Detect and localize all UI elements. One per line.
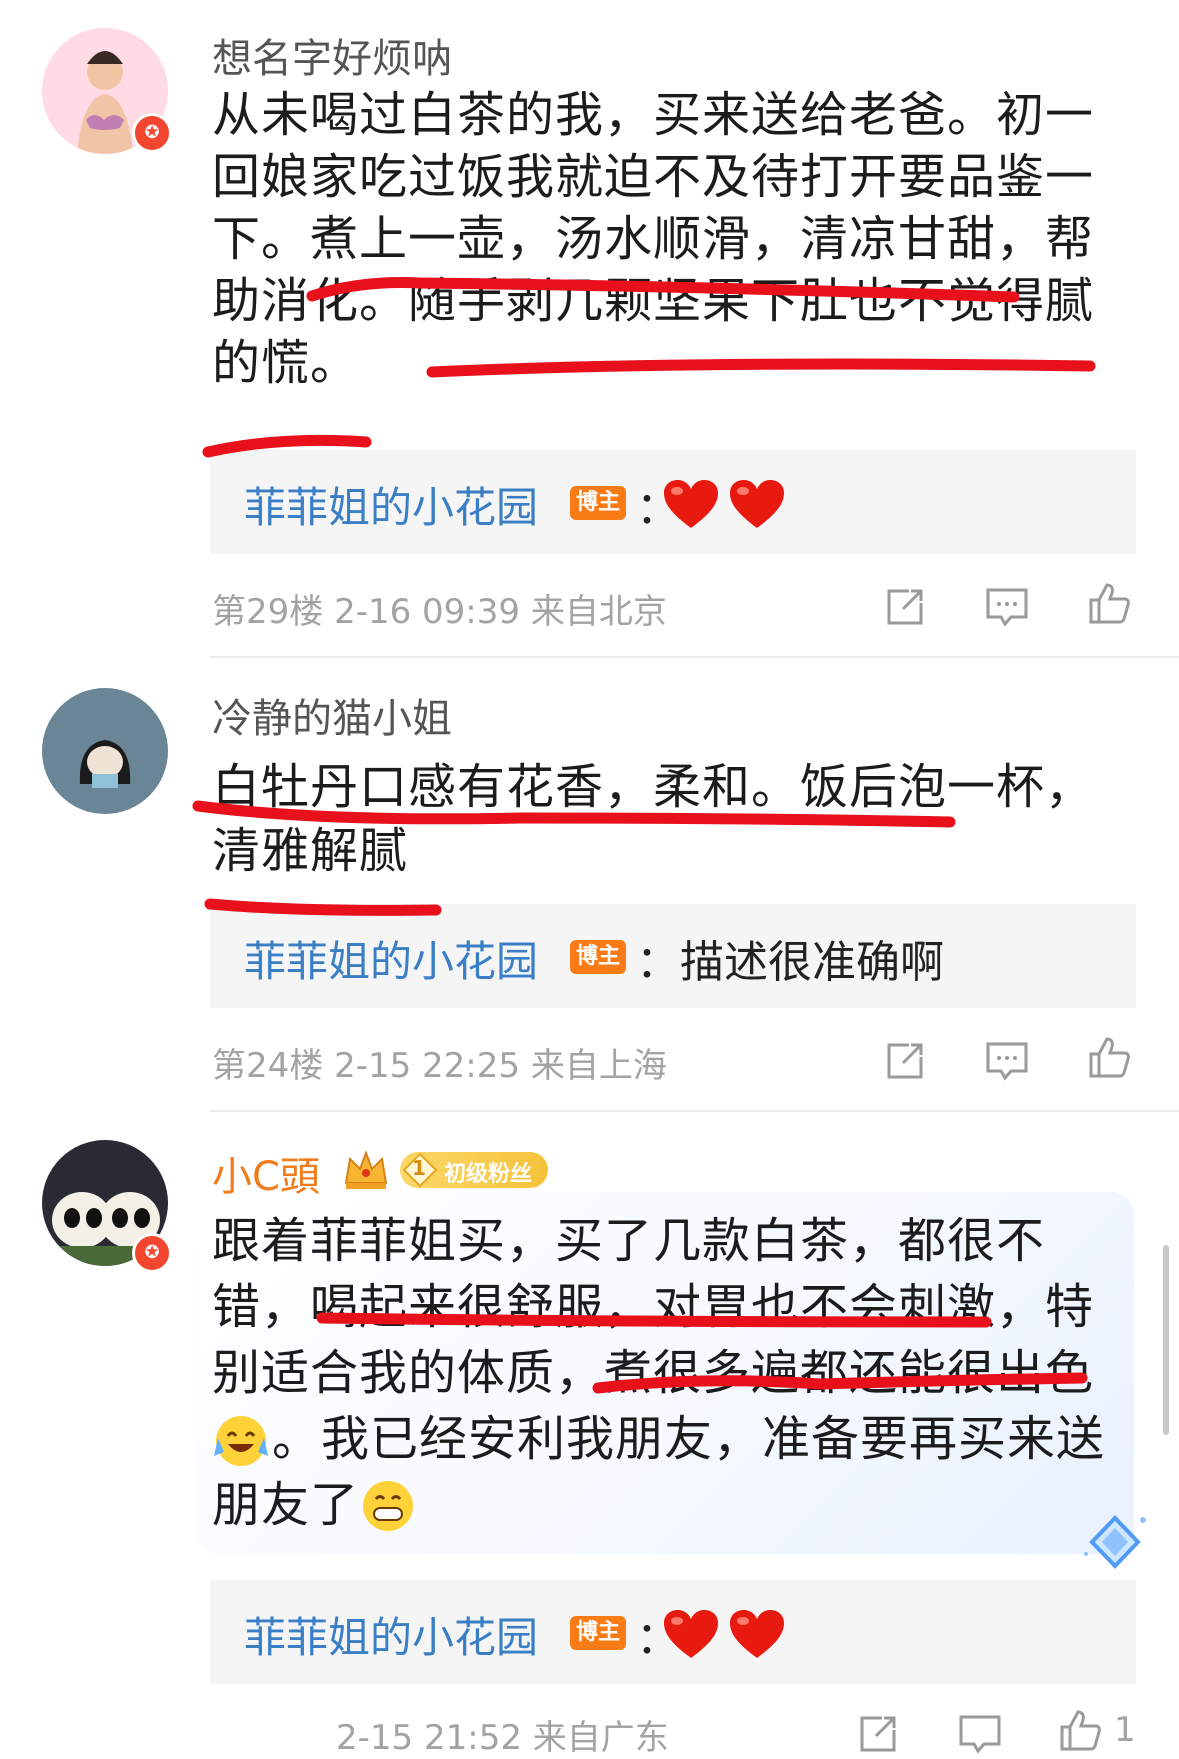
comment-icon[interactable]	[985, 1039, 1029, 1083]
username[interactable]: 冷静的猫小姐	[212, 686, 452, 744]
fan-badge: 1 初级粉丝	[400, 1152, 548, 1188]
reply-author-name[interactable]: 菲菲姐的小花园	[244, 1604, 538, 1665]
blogger-badge: 博主	[570, 940, 627, 974]
verified-badge-icon: ✪	[132, 113, 172, 153]
share-icon[interactable]	[856, 1712, 900, 1756]
blogger-badge: 博主	[570, 486, 627, 520]
comment-line: 。我已经安利我朋友，准备要再买来送	[272, 1411, 1106, 1467]
laugh-cry-emoji-icon	[214, 1416, 268, 1466]
heart-icon	[664, 1610, 718, 1658]
reply-author-name[interactable]: 菲菲姐的小花园	[244, 928, 538, 989]
diamond-icon	[1084, 1515, 1146, 1569]
comment-line: 白牡丹口感有花香，柔和。饭后泡一杯，	[212, 759, 1095, 815]
comment-line: 别适合我的体质，煮很多遍都还能很出色	[212, 1345, 1095, 1401]
comment-line: 朋友了	[212, 1477, 360, 1533]
scrollbar[interactable]	[1163, 1245, 1169, 1435]
comment-line: 清雅解腻	[212, 823, 409, 879]
heart-icon	[730, 1610, 784, 1658]
like-count: 1	[1114, 1710, 1136, 1750]
share-icon[interactable]	[883, 1039, 927, 1083]
author-reply[interactable]: 菲菲姐的小花园 博主 ：	[210, 1580, 1136, 1684]
username[interactable]: 想名字好烦呐	[212, 26, 452, 84]
comment-line: 下。煮上一壶，汤水顺滑，清凉甘甜，帮	[212, 211, 1095, 267]
avatar[interactable]	[42, 688, 168, 814]
verified-badge-icon: ✪	[132, 1233, 172, 1273]
comment-29: ✪ 想名字好烦呐 从未喝过白茶的我，买来送给老爸。初一 回娘家吃过饭我就迫不及待…	[0, 0, 1179, 658]
fan-badge-label: 初级粉丝	[444, 1162, 533, 1187]
comment-line: 跟着菲菲姐买，买了几款白茶，都很不	[212, 1213, 1046, 1269]
divider	[210, 1110, 1179, 1112]
comment-icon[interactable]	[985, 585, 1029, 629]
blogger-badge: 博主	[570, 1616, 627, 1650]
fan-level: 1	[412, 1156, 426, 1180]
like-icon[interactable]	[1087, 1035, 1131, 1079]
comment-meta: 第29楼 2-16 09:39 来自北京	[212, 592, 667, 632]
reply-text: ：描述很准确啊	[636, 937, 944, 988]
comment-line: 助消化。随手剥几颗坚果下肚也不觉得腻	[212, 273, 1095, 329]
crown-icon	[344, 1150, 388, 1189]
share-icon[interactable]	[883, 585, 927, 629]
comment-line: 错，喝起来很舒服，对胃也不会刺激，特	[212, 1279, 1095, 1335]
comment-line: 回娘家吃过饭我就迫不及待打开要品鉴一	[212, 149, 1095, 205]
like-icon[interactable]	[1058, 1708, 1102, 1752]
like-icon[interactable]	[1087, 581, 1131, 625]
author-reply[interactable]: 菲菲姐的小花园 博主 ：	[210, 450, 1136, 554]
username[interactable]: 小C頭	[212, 1144, 320, 1202]
comment-line: 从未喝过白茶的我，买来送给老爸。初一	[212, 87, 1095, 143]
comment-meta: 2-15 21:52 来自广东	[336, 1718, 669, 1758]
heart-icon	[664, 480, 718, 528]
comment-meta: 第24楼 2-15 22:25 来自上海	[212, 1046, 667, 1086]
divider	[210, 656, 1179, 658]
reply-author-name[interactable]: 菲菲姐的小花园	[244, 474, 538, 535]
grin-emoji-icon	[363, 1481, 413, 1531]
comment-icon[interactable]	[958, 1712, 1002, 1756]
comment-line: 的慌。	[212, 335, 360, 391]
heart-icon	[730, 480, 784, 528]
author-reply[interactable]: 菲菲姐的小花园 博主 ：描述很准确啊	[210, 904, 1136, 1008]
avatar-image	[42, 688, 168, 814]
